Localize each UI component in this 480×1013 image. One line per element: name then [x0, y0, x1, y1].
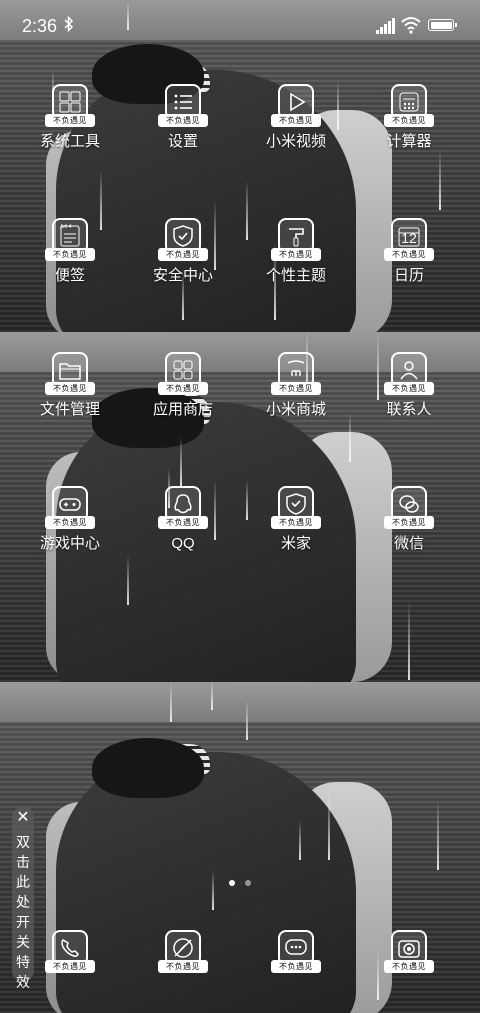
app-label: 个性主题 — [265, 267, 326, 284]
app-contact[interactable]: 不负遇见 联系人 — [353, 352, 465, 419]
app-notes[interactable]: Aril 4 不负遇见便签 — [14, 218, 126, 285]
app-label: 米家 — [280, 535, 311, 552]
icon-tag: 不负遇见 — [271, 960, 321, 973]
status-bar: 2:36 — [0, 0, 480, 54]
app-gamepad[interactable]: 不负遇见 游戏中心 — [14, 486, 126, 553]
icon-tag: 不负遇见 — [158, 248, 208, 261]
app-label: 文件管理 — [39, 401, 100, 418]
icon-tag: 不负遇见 — [45, 382, 95, 395]
app-label: 小米视频 — [265, 133, 326, 150]
app-shopping-bag[interactable]: 不负遇见 小米商城 — [240, 352, 352, 419]
app-qq-penguin[interactable]: 不负遇见 QQ — [127, 486, 239, 553]
page-dot[interactable] — [245, 880, 251, 886]
close-icon[interactable]: ✕ — [15, 808, 31, 828]
app-label: 设置 — [167, 133, 198, 150]
icon-tag: 不负遇见 — [271, 248, 321, 261]
rain-streak — [328, 790, 330, 860]
icon-tag: 不负遇见 — [271, 516, 321, 529]
app-calendar[interactable]: 12 不负遇见日历 — [353, 218, 465, 285]
rain-streak — [212, 870, 214, 910]
app-calculator[interactable]: 不负遇见 计算器 — [353, 84, 465, 151]
dock-phone[interactable]: 不负遇见 — [14, 930, 126, 973]
app-settings-list[interactable]: 不负遇见 设置 — [127, 84, 239, 151]
dock-browser[interactable]: 不负遇见 — [127, 930, 239, 973]
page-dot[interactable] — [229, 880, 235, 886]
page-indicator — [229, 873, 261, 891]
rain-streak — [437, 800, 439, 870]
cellular-signal-icon — [376, 18, 396, 34]
calendar-day: 12 — [401, 230, 417, 246]
app-video-play[interactable]: 不负遇见 小米视频 — [240, 84, 352, 151]
app-label: 游戏中心 — [39, 535, 100, 552]
app-shield-check[interactable]: 不负遇见 安全中心 — [127, 218, 239, 285]
app-label: 日历 — [393, 267, 424, 284]
rain-streak — [170, 682, 172, 722]
app-folder[interactable]: 不负遇见 文件管理 — [14, 352, 126, 419]
icon-tag: 不负遇见 — [158, 960, 208, 973]
rain-streak — [127, 555, 129, 605]
icon-tag: 不负遇见 — [45, 960, 95, 973]
app-label: 计算器 — [386, 133, 432, 150]
app-wechat[interactable]: 不负遇见 微信 — [353, 486, 465, 553]
notes-header: Aril 4 — [60, 224, 72, 230]
app-toolbox[interactable]: 不负遇见 系统工具 — [14, 84, 126, 151]
icon-tag: 不负遇见 — [45, 248, 95, 261]
wifi-icon — [401, 16, 421, 34]
app-label: 系统工具 — [39, 133, 100, 150]
app-label: 应用商店 — [152, 401, 213, 418]
rain-streak — [246, 700, 248, 740]
icon-tag: 不负遇见 — [271, 114, 321, 127]
icon-tag: 不负遇见 — [158, 114, 208, 127]
icon-tag: 不负遇见 — [384, 960, 434, 973]
icon-tag: 不负遇见 — [158, 516, 208, 529]
icon-tag: 不负遇见 — [158, 382, 208, 395]
rain-streak — [299, 820, 301, 860]
app-app-store-grid[interactable]: 不负遇见 应用商店 — [127, 352, 239, 419]
icon-tag: 不负遇见 — [384, 516, 434, 529]
app-label: 小米商城 — [265, 401, 326, 418]
battery-icon — [428, 19, 457, 31]
rain-streak — [408, 600, 410, 680]
app-label: QQ — [171, 535, 195, 552]
rain-streak — [349, 412, 351, 462]
app-mihome-shield[interactable]: 不负遇见 米家 — [240, 486, 352, 553]
app-paint-brush[interactable]: 不负遇见 个性主题 — [240, 218, 352, 285]
app-label: 微信 — [393, 535, 424, 552]
app-label: 安全中心 — [152, 267, 213, 284]
dock-camera[interactable]: 不负遇见 — [353, 930, 465, 973]
status-time: 2:36 — [22, 16, 58, 36]
bluetooth-icon — [64, 15, 74, 36]
rain-streak — [439, 150, 441, 210]
app-label: 便签 — [54, 267, 85, 284]
icon-tag: 不负遇见 — [384, 114, 434, 127]
rain-streak — [211, 680, 213, 710]
icon-tag: 不负遇见 — [271, 382, 321, 395]
app-label: 联系人 — [386, 401, 432, 418]
dock-message[interactable]: 不负遇见 — [240, 930, 352, 973]
icon-tag: 不负遇见 — [45, 114, 95, 127]
icon-tag: 不负遇见 — [384, 382, 434, 395]
rain-streak — [180, 436, 182, 486]
icon-tag: 不负遇见 — [384, 248, 434, 261]
icon-tag: 不负遇见 — [45, 516, 95, 529]
